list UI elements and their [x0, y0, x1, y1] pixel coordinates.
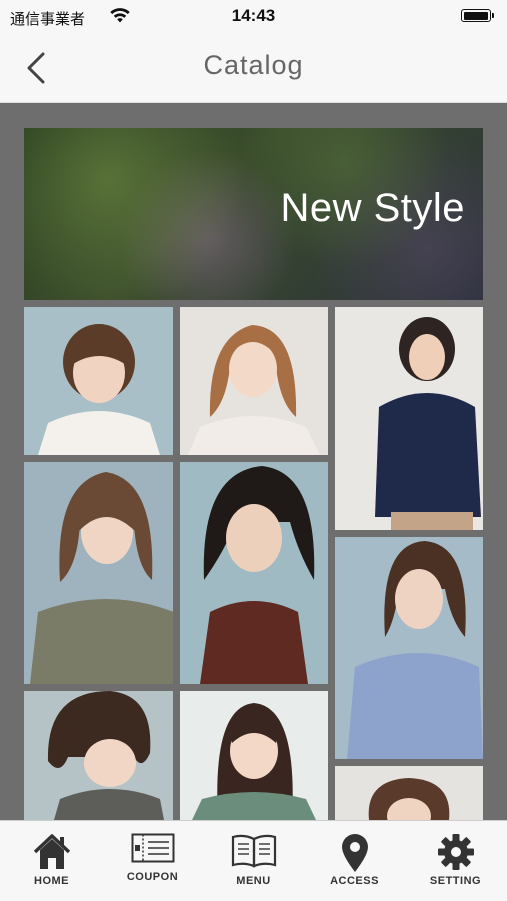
style-photo-5[interactable] [180, 462, 328, 684]
style-photo-3[interactable] [335, 307, 483, 530]
catalog-content[interactable]: New Style [0, 103, 507, 820]
new-style-banner[interactable]: New Style [24, 128, 483, 300]
tab-access[interactable]: ACCESS [304, 821, 405, 901]
clock: 14:43 [231, 6, 276, 25]
coupon-icon [131, 833, 174, 863]
portrait-image [47, 691, 164, 820]
style-photo-9[interactable] [335, 766, 483, 820]
style-photo-7[interactable] [24, 691, 173, 820]
portrait-image [375, 317, 481, 530]
tab-home[interactable]: HOME [1, 821, 102, 901]
style-photo-1[interactable] [24, 307, 173, 455]
battery-icon [461, 9, 495, 24]
portrait-image [188, 325, 320, 455]
portrait-image [368, 778, 450, 820]
status-bar: 通信事業者 14:43 [0, 0, 507, 36]
navigation-bar: Catalog [0, 36, 507, 103]
tab-home-label: HOME [34, 875, 69, 887]
style-photo-6[interactable] [335, 537, 483, 759]
map-pin-icon [341, 834, 368, 872]
tab-bar: HOME COUPON MENU ACCESS SETTING [0, 820, 507, 901]
portrait-image [200, 466, 315, 684]
book-icon [231, 834, 276, 868]
tab-access-label: ACCESS [330, 875, 379, 887]
tab-setting[interactable]: SETTING [405, 821, 506, 901]
gear-icon [437, 834, 474, 870]
portrait-image [38, 324, 160, 455]
tab-menu-label: MENU [236, 875, 271, 887]
style-photo-8[interactable] [180, 691, 328, 820]
portrait-image [347, 541, 483, 759]
tab-coupon-label: COUPON [126, 871, 179, 883]
tab-coupon[interactable]: COUPON [102, 821, 203, 901]
style-photo-4[interactable] [24, 462, 173, 684]
portrait-image [192, 703, 316, 820]
portrait-image [30, 472, 173, 684]
tab-setting-label: SETTING [429, 875, 482, 887]
banner-title: New Style [280, 186, 465, 230]
home-icon [33, 834, 70, 869]
style-photo-2[interactable] [180, 307, 328, 455]
tab-menu[interactable]: MENU [203, 821, 304, 901]
page-title: Catalog [203, 50, 304, 80]
